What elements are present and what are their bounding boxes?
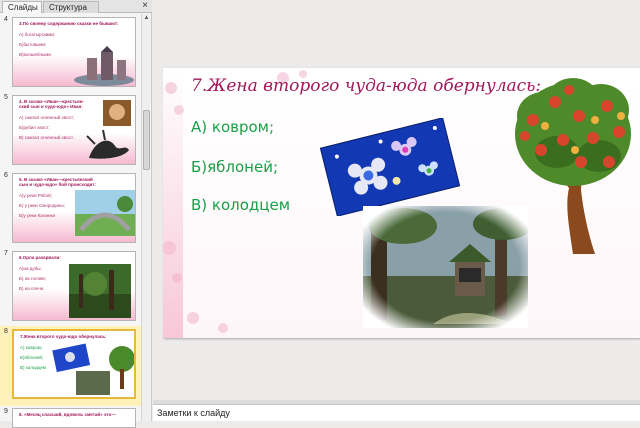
thumbnail-text: Б)бытовыми; [19,42,47,47]
slide-number: 8 [4,328,8,335]
slide-thumbnail-row[interactable]: 4 3.По своему содержанию сказки не бываю… [0,14,141,92]
slide-images-mini [52,343,134,395]
slide-number: 4 [4,16,8,23]
thumbnail-title: 3.По своему содержанию сказки не бывают: [19,21,119,26]
scroll-thumb[interactable] [143,110,150,170]
thumbnail-text: В)волшебными [19,52,51,57]
answer-option-c[interactable]: В) колодцем [191,196,290,214]
slide-thumbnail[interactable]: 7.Жена второго чудо-юдо обернулась: А) к… [12,329,136,399]
close-panel-icon[interactable]: × [142,0,148,12]
slide-number: 5 [4,94,8,101]
thumbnail-title: 6.Орла разорвали: [19,255,61,260]
forest-image [69,264,131,318]
thumbnail-text: А) ковром; [20,345,43,350]
thumbnail-text: А) сжигал огненный хвост; [19,115,75,120]
slide-title[interactable]: 7.Жена второго чуда-юда обернулась: [191,76,541,96]
slide-thumbnail-row[interactable]: 6 5. В сказке «Иван—крестьянский сын и ч… [0,170,141,248]
slides-panel: Слайды Структура × 4 3.По своему содержа… [0,0,152,428]
slide-thumbnail-row-selected[interactable]: 8 7.Жена второго чудо-юдо обернулась: А)… [0,326,141,406]
slide-thumbnail-row[interactable]: 9 8. «Месяц спасший, вдоволь сметай» это… [0,406,141,428]
thumbnail-title: 8. «Месяц спасший, вдоволь сметай» это— [19,412,116,417]
bridge-image [75,190,135,236]
current-slide[interactable]: 7.Жена второго чуда-юда обернулась: А) к… [163,68,640,338]
notes-pane[interactable]: Заметки к слайду [153,404,640,421]
thumbnail-text: А)на дубы; [19,266,42,271]
thumbnail-text: В)у реки Калинки [19,213,55,218]
thumbnail-text: Б)яблоней; [20,355,44,360]
slide-thumbnail[interactable]: 3.По своему содержанию сказки не бывают:… [12,17,136,87]
apple-tree-image[interactable] [503,76,640,256]
thumbnail-title: ский сын и чудо-юдо» Иван: [19,104,83,109]
slide-thumbnail[interactable]: 8. «Месяц спасший, вдоволь сметай» это— [12,408,136,428]
scroll-up-arrow-icon[interactable]: ▲ [142,14,151,23]
slide-number: 9 [4,408,8,415]
thumbnail-title: сын и чудо-юдо» бой происходит: [19,182,96,187]
flower-carpet-image[interactable] [317,118,463,216]
thumbnail-text: Б)рубил хвост; [19,125,50,130]
slide-thumbnail[interactable]: 5. В сказке «Иван—крестьянский сын и чуд… [12,173,136,243]
slide-number: 7 [4,250,8,257]
tab-slides[interactable]: Слайды [2,1,42,13]
thumbnail-text: Б) у реки Смородины; [19,203,65,208]
slide-thumbnail-row[interactable]: 5 4. В сказке «Иван—крестьян- ский сын и… [0,92,141,170]
slide-thumbnail[interactable]: 4. В сказке «Иван—крестьян- ский сын и ч… [12,95,136,165]
slide-editor-area: 7.Жена второго чуда-юда обернулась: А) к… [153,0,640,400]
panel-tabs: Слайды Структура × [0,0,152,13]
slide-thumbnail[interactable]: 6.Орла разорвали: А)на дубы; Б) на голов… [12,251,136,321]
thumbnail-text: В) сжигал огненный хвост. [19,135,74,140]
castle-image [74,46,134,86]
thumbnail-text: В) колодцем [20,365,47,370]
thumbnail-text: Б) на голове; [19,276,47,281]
thumbnail-text: А) богатырскими; [19,32,56,37]
slide-number: 6 [4,172,8,179]
thumbnail-title: 7.Жена второго чудо-юдо обернулась: [20,334,107,339]
slide-thumbnail-row[interactable]: 7 6.Орла разорвали: А)на дубы; Б) на гол… [0,248,141,326]
thumbnail-text: В) на плече. [19,286,45,291]
thumbnail-text: А)у реки Рябой; [19,193,52,198]
answer-option-a[interactable]: А) ковром; [191,118,274,136]
answer-option-b[interactable]: Б)яблоней; [191,158,278,176]
tab-structure[interactable]: Структура [43,1,99,13]
notes-placeholder[interactable]: Заметки к слайду [157,408,230,418]
dragon-image [86,100,131,159]
panel-scrollbar[interactable]: ▲ [141,14,150,421]
